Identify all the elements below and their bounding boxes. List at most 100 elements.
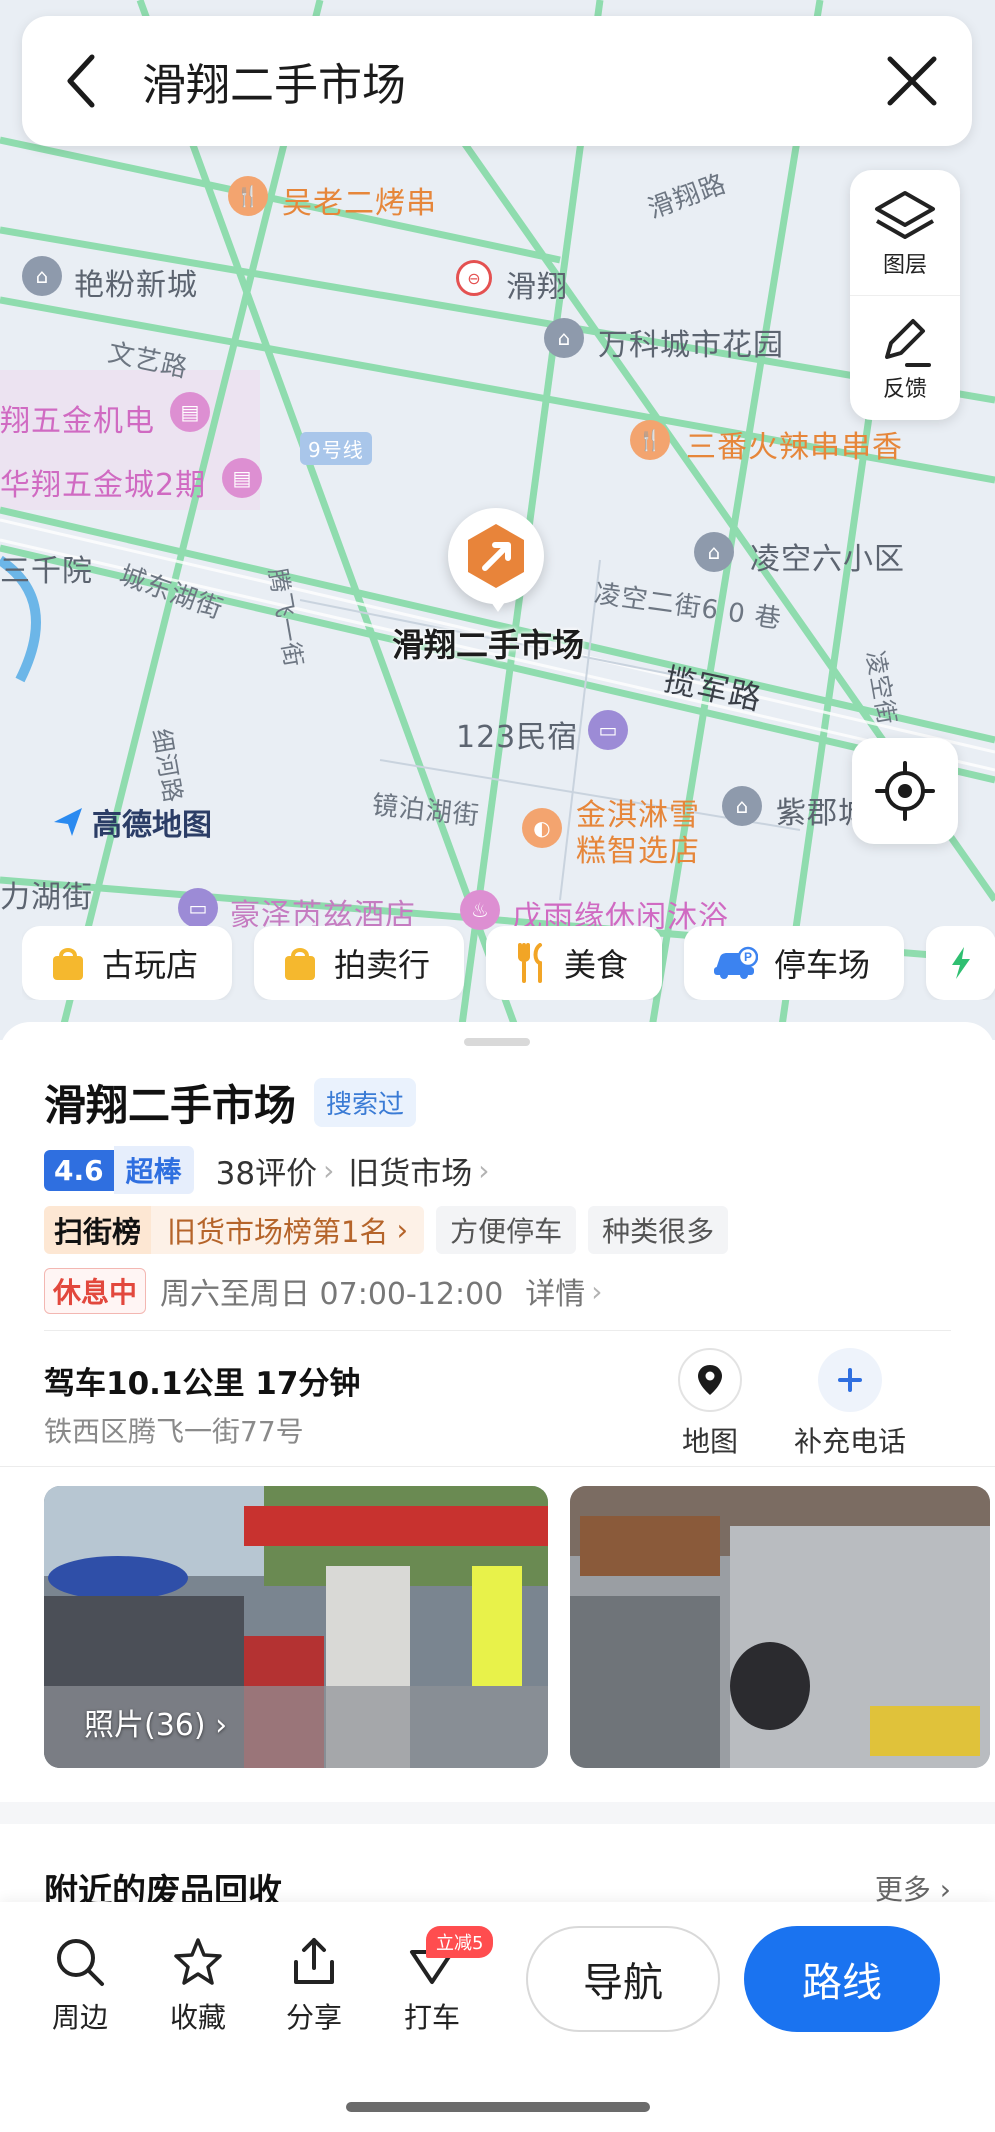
layers-label: 图层 [882,252,927,278]
home-indicator[interactable] [346,2102,650,2112]
back-button[interactable] [22,16,142,146]
divider [44,1330,951,1331]
photo-gallery[interactable]: 照片(36) › [44,1486,995,1768]
close-icon [887,56,937,106]
taxi-promo-badge: 立减5 [426,1926,494,1958]
map-label-minsu[interactable]: 123民宿 [456,712,578,756]
sheet-grabber[interactable] [464,1038,530,1046]
shop-pin-icon[interactable]: ▤ [222,458,262,498]
map-label-jinqi2[interactable]: 糕智选店 [576,826,700,870]
add-phone-button[interactable]: 补充电话 [794,1348,906,1460]
opening-hours: 周六至周日 07:00-12:00 [160,1277,504,1312]
place-detail-sheet: 滑翔二手市场 搜索过 4.6 超棒 38评价 › 旧货市场 › 扫街榜 旧货市场… [0,1022,995,1902]
residential-pin-icon[interactable]: ⌂ [722,786,762,826]
spa-pin-icon[interactable]: ♨ [460,890,500,930]
photo-thumbnail[interactable] [570,1486,990,1768]
nearby-button[interactable]: 周边 [30,1936,130,2036]
market-photo-2 [570,1486,990,1768]
feature-tag: 种类很多 [588,1206,729,1254]
chip-label: 古玩店 [102,946,199,984]
feature-tag: 方便停车 [436,1206,577,1254]
rank-tag[interactable]: 扫街榜 旧货市场榜第1名 › [44,1206,425,1254]
feedback-label: 反馈 [882,377,927,402]
layers-button[interactable]: 图层 [850,170,960,295]
category-chips: 古玩店 拍卖行 美食 P 停车场 [22,926,995,1000]
nearby-more-link[interactable]: 更多 › [875,1868,951,1902]
rank-text: 旧货市场榜第1名 › [151,1206,425,1254]
map-label-huaxiang-station[interactable]: 滑翔 [506,262,568,306]
selected-place-label[interactable]: 滑翔二手市场 [392,620,584,666]
share-label: 分享 [285,2001,342,2034]
divider [0,1466,995,1467]
bag-icon [53,948,83,980]
searched-tag: 搜索过 [314,1078,417,1127]
search-icon [57,1939,104,1986]
photos-count-label[interactable]: 照片(36) › [84,1700,227,1744]
metro-station-icon[interactable]: ⊖ [456,260,492,296]
selected-place-marker[interactable] [448,508,544,604]
feedback-button[interactable]: 反馈 [850,295,960,420]
map-label-yanfen[interactable]: 艳粉新城 [74,260,198,304]
shop-pin-icon[interactable]: ▤ [170,392,210,432]
place-category[interactable]: 旧货市场 [348,1148,472,1193]
nearby-section-title: 附近的废品回收 [44,1872,282,1902]
map-label-wanke[interactable]: 万科城市花园 [598,320,784,364]
edit-pencil-icon [885,319,931,367]
map-tools-panel: 图层 反馈 [850,170,960,420]
map-label-wulaoer[interactable]: 吴老二烤串 [282,178,437,222]
hotel-pin-icon[interactable]: ▭ [588,710,628,750]
route-button[interactable]: 路线 [744,1926,940,2032]
residential-pin-icon[interactable]: ⌂ [22,256,62,296]
rating-row[interactable]: 4.6 超棒 38评价 › 旧货市场 › [44,1146,503,1194]
map-label-wujin1[interactable]: 翔五金机电 [0,396,155,440]
svg-text:P: P [744,950,752,964]
map-view[interactable]: 🍴 吴老二烤串 ⊖ 滑翔 ⌂ 艳粉新城 ⌂ 万科城市花园 文艺路 翔五金机电 ▤… [0,0,995,1040]
restaurant-pin-icon[interactable]: 🍴 [630,420,670,460]
chip-charging[interactable] [926,926,995,1000]
residential-pin-icon[interactable]: ⌂ [694,532,734,572]
chip-parking[interactable]: P 停车场 [684,926,905,1000]
chevron-right-icon: › [323,1153,335,1187]
favorite-label: 收藏 [169,2001,226,2034]
hotel-pin-icon[interactable]: ▭ [178,888,218,928]
details-link[interactable]: 详情 [525,1269,585,1313]
bottom-action-bar: 周边 收藏 分享 打车 立减5 导航 路线 [0,1902,995,2132]
chip-food[interactable]: 美食 [486,926,663,1000]
map-pin-icon [678,1348,742,1412]
plus-icon [818,1348,882,1412]
star-icon [174,1938,222,1985]
address[interactable]: 铁西区腾飞一街77号 [44,1410,304,1450]
chip-label: 停车场 [774,946,871,984]
close-search-button[interactable] [852,16,972,146]
car-icon: P [714,946,759,979]
place-name: 滑翔二手市场 [44,1081,297,1130]
search-bar[interactable]: 滑翔二手市场 [22,16,972,146]
share-button[interactable]: 分享 [264,1936,364,2036]
hours-row[interactable]: 休息中 周六至周日 07:00-12:00 详情 › [44,1268,617,1314]
review-count[interactable]: 38评价 [216,1148,317,1193]
chip-auction[interactable]: 拍卖行 [254,926,465,1000]
map-label-wujin2[interactable]: 华翔五金城2期 [0,460,206,504]
locate-me-button[interactable] [852,738,958,844]
chip-label: 拍卖行 [334,946,431,984]
layers-icon [875,190,935,239]
map-action-button[interactable]: 地图 [678,1348,742,1460]
favorite-button[interactable]: 收藏 [148,1936,248,2036]
navigate-button[interactable]: 导航 [526,1926,720,2032]
search-query[interactable]: 滑翔二手市场 [142,49,852,113]
chip-antique[interactable]: 古玩店 [22,926,233,1000]
tag-row: 扫街榜 旧货市场榜第1名 › 方便停车 种类很多 [44,1206,729,1254]
map-action-label: 地图 [681,1425,738,1458]
rank-prefix: 扫街榜 [44,1206,152,1254]
chevron-left-icon [67,54,95,108]
photo-thumbnail[interactable]: 照片(36) › [44,1486,548,1768]
chevron-right-icon: › [591,1274,603,1308]
map-label-sanfan[interactable]: 三番火辣串串香 [686,422,903,466]
crosshair-icon [875,761,935,821]
chip-label: 美食 [564,946,629,984]
map-label-qianyuan: 三千院 [0,554,93,589]
map-label-lingkong[interactable]: 凌空六小区 [750,534,905,578]
dessert-pin-icon[interactable]: ◐ [522,808,562,848]
residential-pin-icon[interactable]: ⌂ [544,318,584,358]
restaurant-pin-icon[interactable]: 🍴 [228,176,268,216]
